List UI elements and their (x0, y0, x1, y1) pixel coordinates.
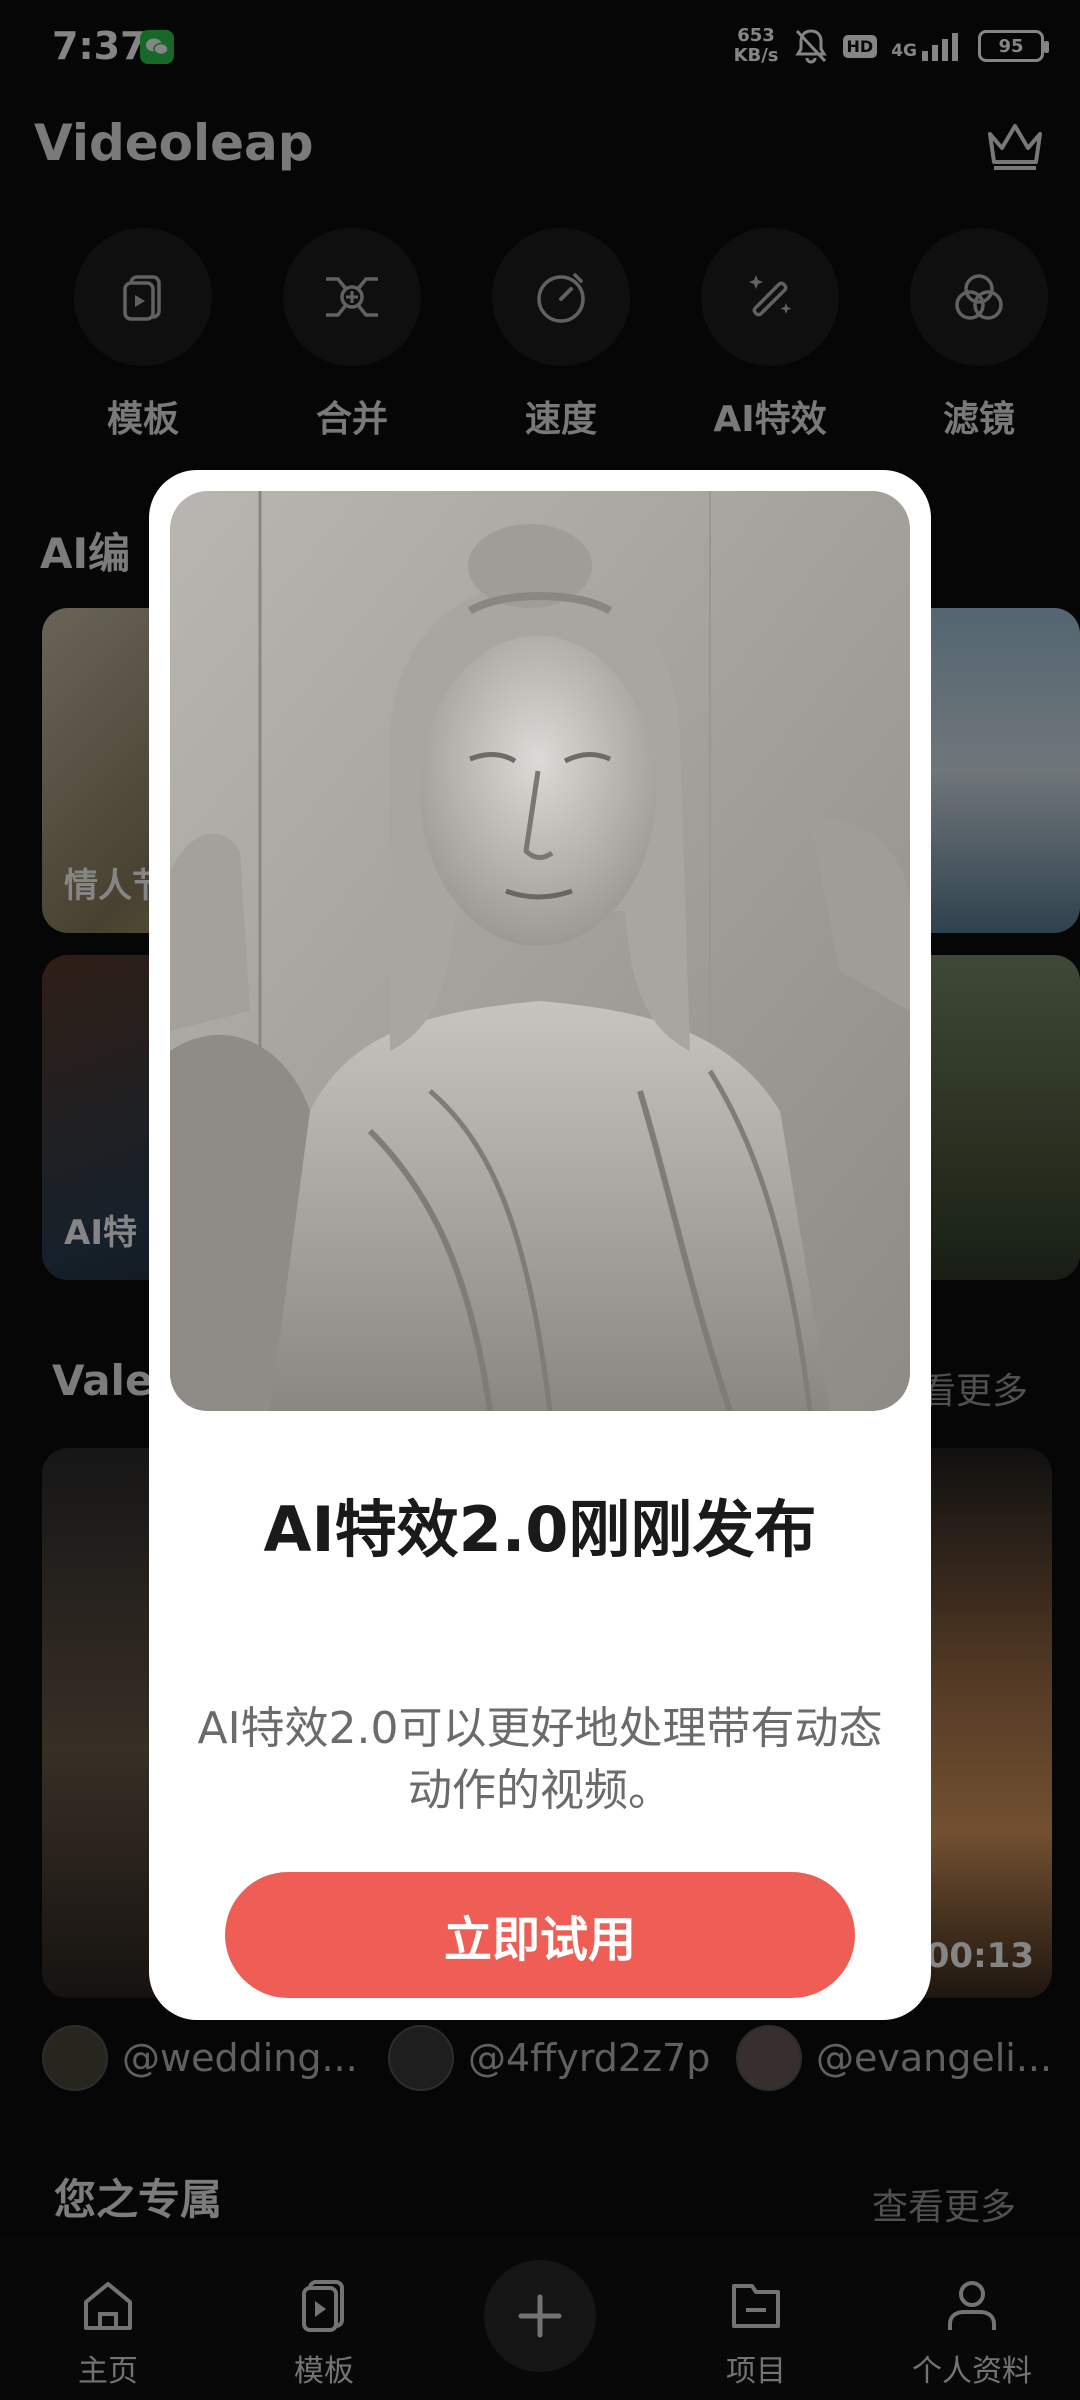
stone-sculpture-image (170, 491, 910, 1411)
announcement-modal: AI特效2.0刚刚发布 AI特效2.0可以更好地处理带有动态动作的视频。 立即试… (149, 470, 931, 2020)
modal-description: AI特效2.0可以更好地处理带有动态动作的视频。 (197, 1703, 883, 1816)
sculpture-illustration (170, 491, 910, 1411)
try-now-button[interactable]: 立即试用 (225, 1872, 855, 1998)
modal-title: AI特效2.0刚刚发布 (263, 1493, 817, 1566)
